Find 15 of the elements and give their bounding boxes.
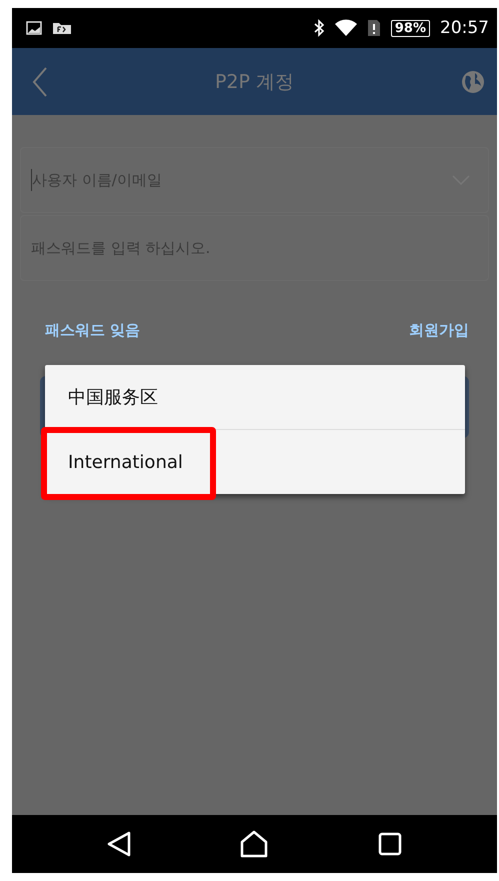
image-icon bbox=[26, 21, 42, 35]
page-title: P2P 계정 bbox=[214, 70, 294, 94]
home-icon[interactable] bbox=[240, 830, 268, 858]
clock-time: 20:57 bbox=[440, 18, 489, 38]
folder-icon bbox=[52, 21, 72, 35]
server-option[interactable]: 中国服务区 bbox=[45, 365, 465, 429]
sim-alert-icon bbox=[366, 19, 381, 37]
battery-level: 98% bbox=[390, 20, 430, 36]
wifi-icon bbox=[334, 19, 357, 37]
account-link[interactable]: 회원가입 bbox=[409, 321, 469, 340]
bluetooth-icon bbox=[312, 19, 325, 37]
globe-icon[interactable] bbox=[460, 70, 485, 94]
account-link[interactable]: 패스워드 잊음 bbox=[45, 321, 140, 340]
server-option[interactable]: International bbox=[45, 429, 465, 494]
recents-icon[interactable] bbox=[378, 832, 402, 856]
